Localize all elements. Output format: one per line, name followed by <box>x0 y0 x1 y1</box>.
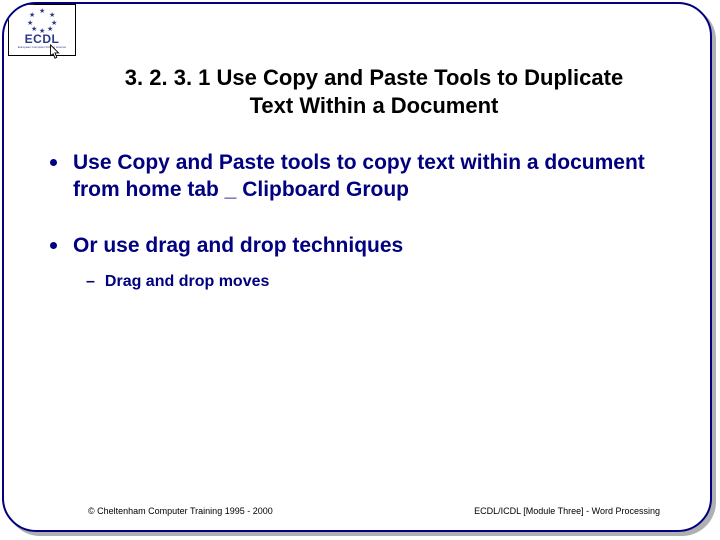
b1-paste: Paste <box>219 151 275 174</box>
cursor-icon <box>49 44 61 60</box>
dash-icon: – <box>86 273 95 291</box>
bullet-dot-icon <box>50 159 57 166</box>
slide-content: Use Copy and Paste tools to copy text wi… <box>50 149 670 291</box>
ecdl-logo: ★ ★ ★ ★ ★ ★ ★ ★ ECDL European Computer D… <box>8 4 76 56</box>
title-line-1: 3. 2. 3. 1 Use Copy and Paste Tools to D… <box>94 64 654 92</box>
title-line-2: Text Within a Document <box>94 92 654 120</box>
b1-pre: Use <box>73 151 117 174</box>
bullet-2: Or use drag and drop techniques <box>50 232 670 259</box>
footer-module: ECDL/ICDL [Module Three] - Word Processi… <box>474 506 660 516</box>
footer-copyright: © Cheltenham Computer Training 1995 - 20… <box>88 506 273 516</box>
bullet-2-sub: – Drag and drop moves <box>86 273 670 291</box>
bullet-1-text: Use Copy and Paste tools to copy text wi… <box>73 149 670 204</box>
bullet-2-text: Or use drag and drop techniques <box>73 232 670 259</box>
b1-mid: and <box>170 151 219 174</box>
slide-title: 3. 2. 3. 1 Use Copy and Paste Tools to D… <box>94 64 654 119</box>
bullet-2-sub-text: Drag and drop moves <box>105 273 269 291</box>
eu-stars-icon: ★ ★ ★ ★ ★ ★ ★ ★ <box>27 7 57 31</box>
bullet-dot-icon <box>50 242 57 249</box>
bullet-1: Use Copy and Paste tools to copy text wi… <box>50 149 670 204</box>
slide-frame: ★ ★ ★ ★ ★ ★ ★ ★ ECDL European Computer D… <box>2 2 712 532</box>
b1-copy: Copy <box>117 151 170 174</box>
